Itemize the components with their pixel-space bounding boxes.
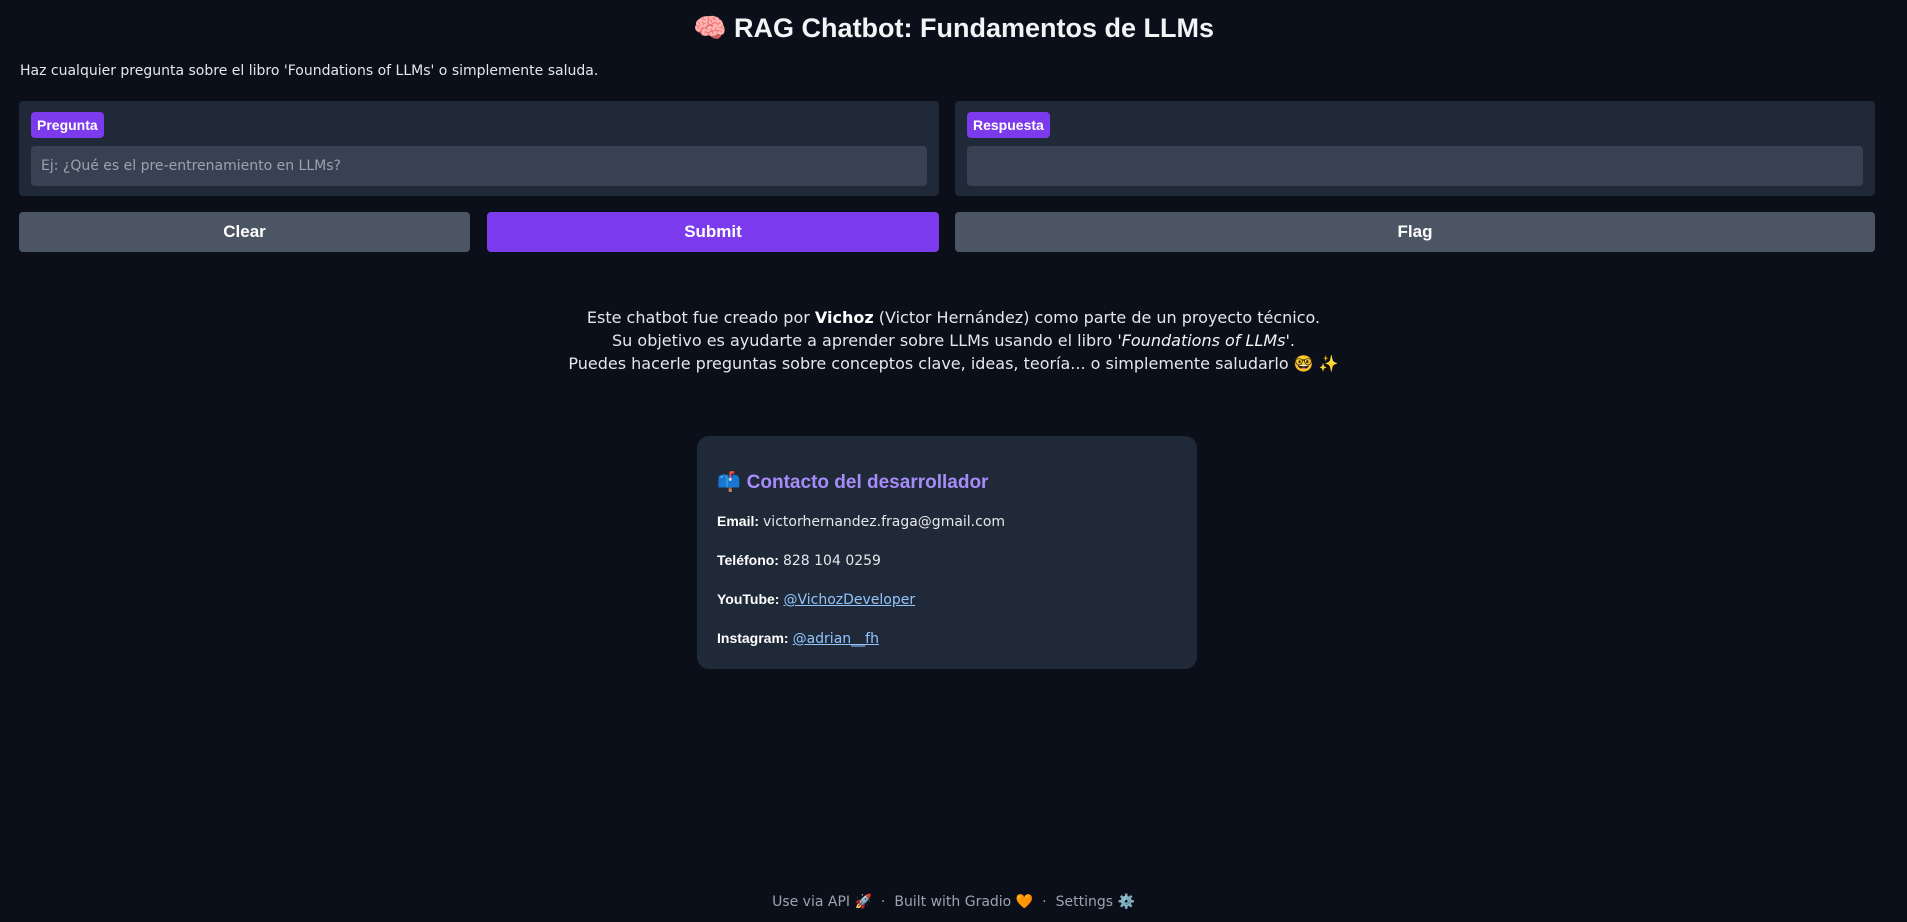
question-label: Pregunta [31,112,104,138]
flag-button[interactable]: Flag [955,212,1875,252]
about-text: Este chatbot fue creado por Vichoz (Vict… [0,306,1907,375]
answer-output [967,146,1863,186]
email-value: victorhernandez.fraga@gmail.com [763,514,1006,530]
book-title: 'Foundations of LLMs' [1117,331,1290,350]
footer-separator: · [880,894,886,910]
contact-email: Email: victorhernandez.fraga@gmail.com [717,513,1005,530]
question-panel: Pregunta [19,101,939,196]
instagram-link[interactable]: @adrian__fh [793,631,879,647]
page-title: 🧠 RAG Chatbot: Fundamentos de LLMs [692,13,1215,43]
answer-panel: Respuesta [955,101,1875,196]
clear-button[interactable]: Clear [19,212,470,252]
about-line-2: Su objetivo es ayudarte a aprender sobre… [612,331,1295,350]
footer-separator: · [1042,894,1047,910]
mailbox-icon: 📫 [717,472,741,493]
about-line-3: Puedes hacerle preguntas sobre conceptos… [568,354,1339,373]
contact-title: 📫 Contacto del desarrollador [717,472,989,493]
contact-phone: Teléfono: 828 104 0259 [717,552,881,569]
author-name: Vichoz [814,308,874,327]
about-line-1: Este chatbot fue creado por Vichoz (Vict… [586,308,1321,327]
phone-value: 828 104 0259 [782,553,881,569]
submit-button[interactable]: Submit [487,212,939,252]
page-description: Haz cualquier pregunta sobre el libro 'F… [20,63,599,79]
phone-label: Teléfono: [717,552,779,568]
built-with-gradio-link[interactable]: Built with Gradio 🧡 [894,894,1033,910]
app-page: 🧠 RAG Chatbot: Fundamentos de LLMs Haz c… [0,0,1907,922]
answer-label: Respuesta [967,112,1050,138]
youtube-label: YouTube: [717,591,780,607]
settings-link[interactable]: Settings ⚙️ [1056,894,1135,910]
instagram-label: Instagram: [717,630,789,646]
question-input[interactable] [31,146,927,186]
youtube-link[interactable]: @VichozDeveloper [783,592,915,608]
email-label: Email: [717,513,760,529]
footer: Use via API 🚀 · Built with Gradio 🧡 · Settin… [0,894,1907,910]
use-api-link[interactable]: Use via API 🚀 [772,894,872,910]
contact-instagram: Instagram: @adrian__fh [717,630,879,647]
contact-card: 📫 Contacto del desarrollador Email: victor… [697,436,1197,669]
contact-youtube: YouTube: @VichozDeveloper [717,591,915,608]
